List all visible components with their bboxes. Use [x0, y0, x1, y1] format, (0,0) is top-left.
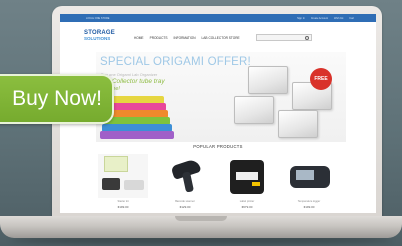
search-input[interactable]	[256, 34, 312, 41]
popular-products-heading: POPULAR PRODUCTS	[193, 144, 243, 149]
search-icon[interactable]	[305, 36, 309, 40]
product-card[interactable]: Temperature logger €199.00	[282, 154, 336, 212]
product-name[interactable]: Label printer	[220, 200, 274, 203]
product-image[interactable]	[160, 154, 210, 198]
logger-display	[296, 170, 314, 180]
wishlist-link[interactable]: Wish list	[334, 17, 343, 20]
nav-home[interactable]: HOME	[134, 36, 144, 40]
product-name[interactable]: Temperature logger	[282, 200, 336, 203]
product-price: €129.00	[179, 205, 191, 209]
tray-layer-purple	[100, 131, 174, 139]
kit-box	[104, 156, 128, 172]
free-badge: FREE	[310, 68, 332, 90]
product-image[interactable]	[284, 154, 334, 198]
product-price: €199.00	[303, 205, 315, 209]
product-card[interactable]: Starter kit €199.00	[96, 154, 150, 212]
cart-link[interactable]: Cart	[349, 17, 354, 20]
printer-label	[236, 172, 258, 180]
origami-box	[248, 66, 288, 94]
nav-information[interactable]: INFORMATION	[173, 36, 195, 40]
kit-scanner	[124, 180, 144, 190]
product-price: €199.00	[117, 205, 129, 209]
printer-button	[252, 182, 260, 186]
nav-products[interactable]: PRODUCTS	[150, 36, 168, 40]
site-header: STORAGE SOLUTIONS HOME PRODUCTS INFORMAT…	[60, 22, 376, 50]
product-price: €679.00	[241, 205, 253, 209]
product-grid: Starter kit €199.00 Barcode scanner €129…	[96, 154, 346, 212]
product-image[interactable]	[98, 154, 148, 198]
product-name[interactable]: Barcode scanner	[158, 200, 212, 203]
scanner-handle	[182, 171, 194, 193]
origami-box	[278, 110, 318, 138]
kit-printer	[102, 178, 120, 190]
store-link[interactable]: LOCAL ONE STORE	[86, 17, 109, 20]
nav-labcollector-store[interactable]: LAB COLLECTOR STORE	[202, 36, 240, 40]
product-card[interactable]: Barcode scanner €129.00	[158, 154, 212, 212]
product-name[interactable]: Starter kit	[96, 200, 150, 203]
main-nav: HOME PRODUCTS INFORMATION LAB COLLECTOR …	[134, 36, 240, 40]
site-logo[interactable]: STORAGE SOLUTIONS	[84, 30, 126, 42]
laptop-notch	[175, 216, 227, 221]
sign-in-link[interactable]: Sign In	[297, 17, 305, 20]
account-links: Sign In Create Account Wish list Cart	[297, 17, 354, 20]
buy-now-button[interactable]: Buy Now!	[0, 74, 114, 124]
create-account-link[interactable]: Create Account	[311, 17, 328, 20]
top-bar: LOCAL ONE STORE Sign In Create Account W…	[60, 14, 376, 22]
product-card[interactable]: Label printer €679.00	[220, 154, 274, 212]
origami-box	[234, 96, 274, 124]
product-image[interactable]	[222, 154, 272, 198]
logo-line-2: SOLUTIONS	[84, 36, 111, 41]
